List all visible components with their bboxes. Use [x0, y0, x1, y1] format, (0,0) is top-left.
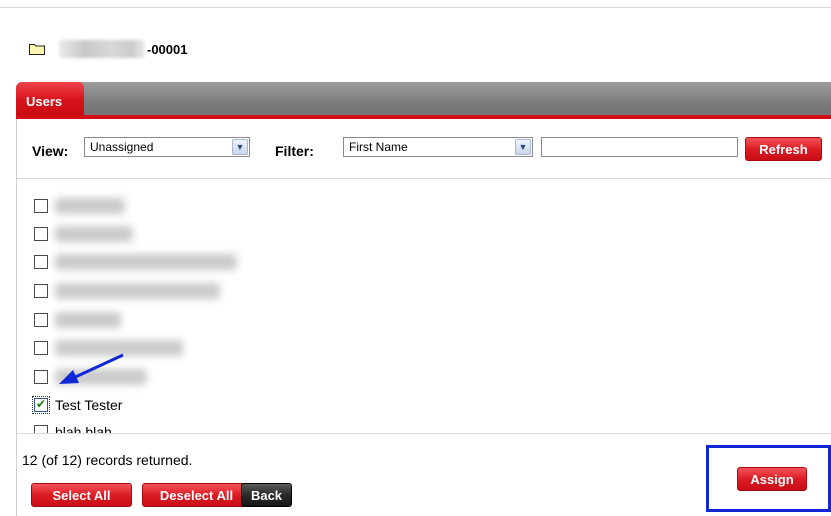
user-checkbox[interactable] — [32, 396, 50, 414]
chevron-down-icon[interactable]: ▼ — [232, 139, 248, 155]
select-all-button[interactable]: Select All — [31, 483, 132, 507]
user-name-redacted — [55, 226, 133, 242]
tab-bar — [16, 82, 831, 118]
filter-toolbar: View: Unassigned ▼ Filter: First Name ▼ … — [17, 119, 831, 179]
user-name-redacted — [55, 254, 237, 270]
user-checkbox[interactable] — [34, 341, 48, 355]
list-item[interactable] — [34, 280, 220, 302]
view-select[interactable]: Unassigned ▼ — [84, 137, 250, 157]
list-item[interactable] — [34, 251, 237, 273]
user-checkbox[interactable] — [34, 255, 48, 269]
filter-select-value: First Name — [349, 140, 408, 154]
user-checkbox[interactable] — [34, 313, 48, 327]
tab-users[interactable]: Users — [16, 82, 84, 116]
list-item[interactable]: blah blah — [34, 421, 112, 433]
user-checkbox[interactable] — [34, 284, 48, 298]
filter-text-input[interactable] — [541, 137, 738, 157]
list-item[interactable] — [34, 309, 121, 331]
record-id: -00001 — [147, 41, 188, 57]
user-checkbox[interactable] — [34, 227, 48, 241]
records-count: 12 (of 12) records returned. — [22, 452, 193, 468]
annotation-highlight-box — [706, 445, 831, 512]
user-name-redacted — [55, 312, 121, 328]
deselect-all-button[interactable]: Deselect All — [142, 483, 251, 507]
user-checkbox[interactable] — [34, 425, 48, 433]
user-checkbox[interactable] — [34, 199, 48, 213]
user-list: Test Tester blah blah — [17, 180, 831, 433]
chevron-down-icon[interactable]: ▼ — [515, 139, 531, 155]
user-name: blah blah — [55, 424, 112, 433]
list-item[interactable]: Test Tester — [32, 394, 123, 416]
user-checkbox[interactable] — [34, 370, 48, 384]
folder-icon — [29, 43, 45, 55]
view-select-value: Unassigned — [90, 140, 154, 154]
refresh-button[interactable]: Refresh — [745, 137, 822, 161]
top-divider — [0, 7, 831, 8]
view-label: View: — [32, 143, 69, 159]
list-item[interactable] — [34, 223, 133, 245]
record-header: -00001 — [29, 38, 187, 60]
back-button[interactable]: Back — [241, 483, 292, 507]
filter-select[interactable]: First Name ▼ — [343, 137, 533, 157]
annotation-arrow — [55, 352, 127, 393]
user-name-redacted — [55, 283, 220, 299]
user-name: Test Tester — [55, 397, 123, 413]
record-name-redacted — [59, 40, 145, 58]
footer-divider — [17, 433, 831, 434]
list-item[interactable] — [34, 195, 125, 217]
filter-label: Filter: — [275, 143, 314, 159]
user-name-redacted — [55, 198, 125, 214]
